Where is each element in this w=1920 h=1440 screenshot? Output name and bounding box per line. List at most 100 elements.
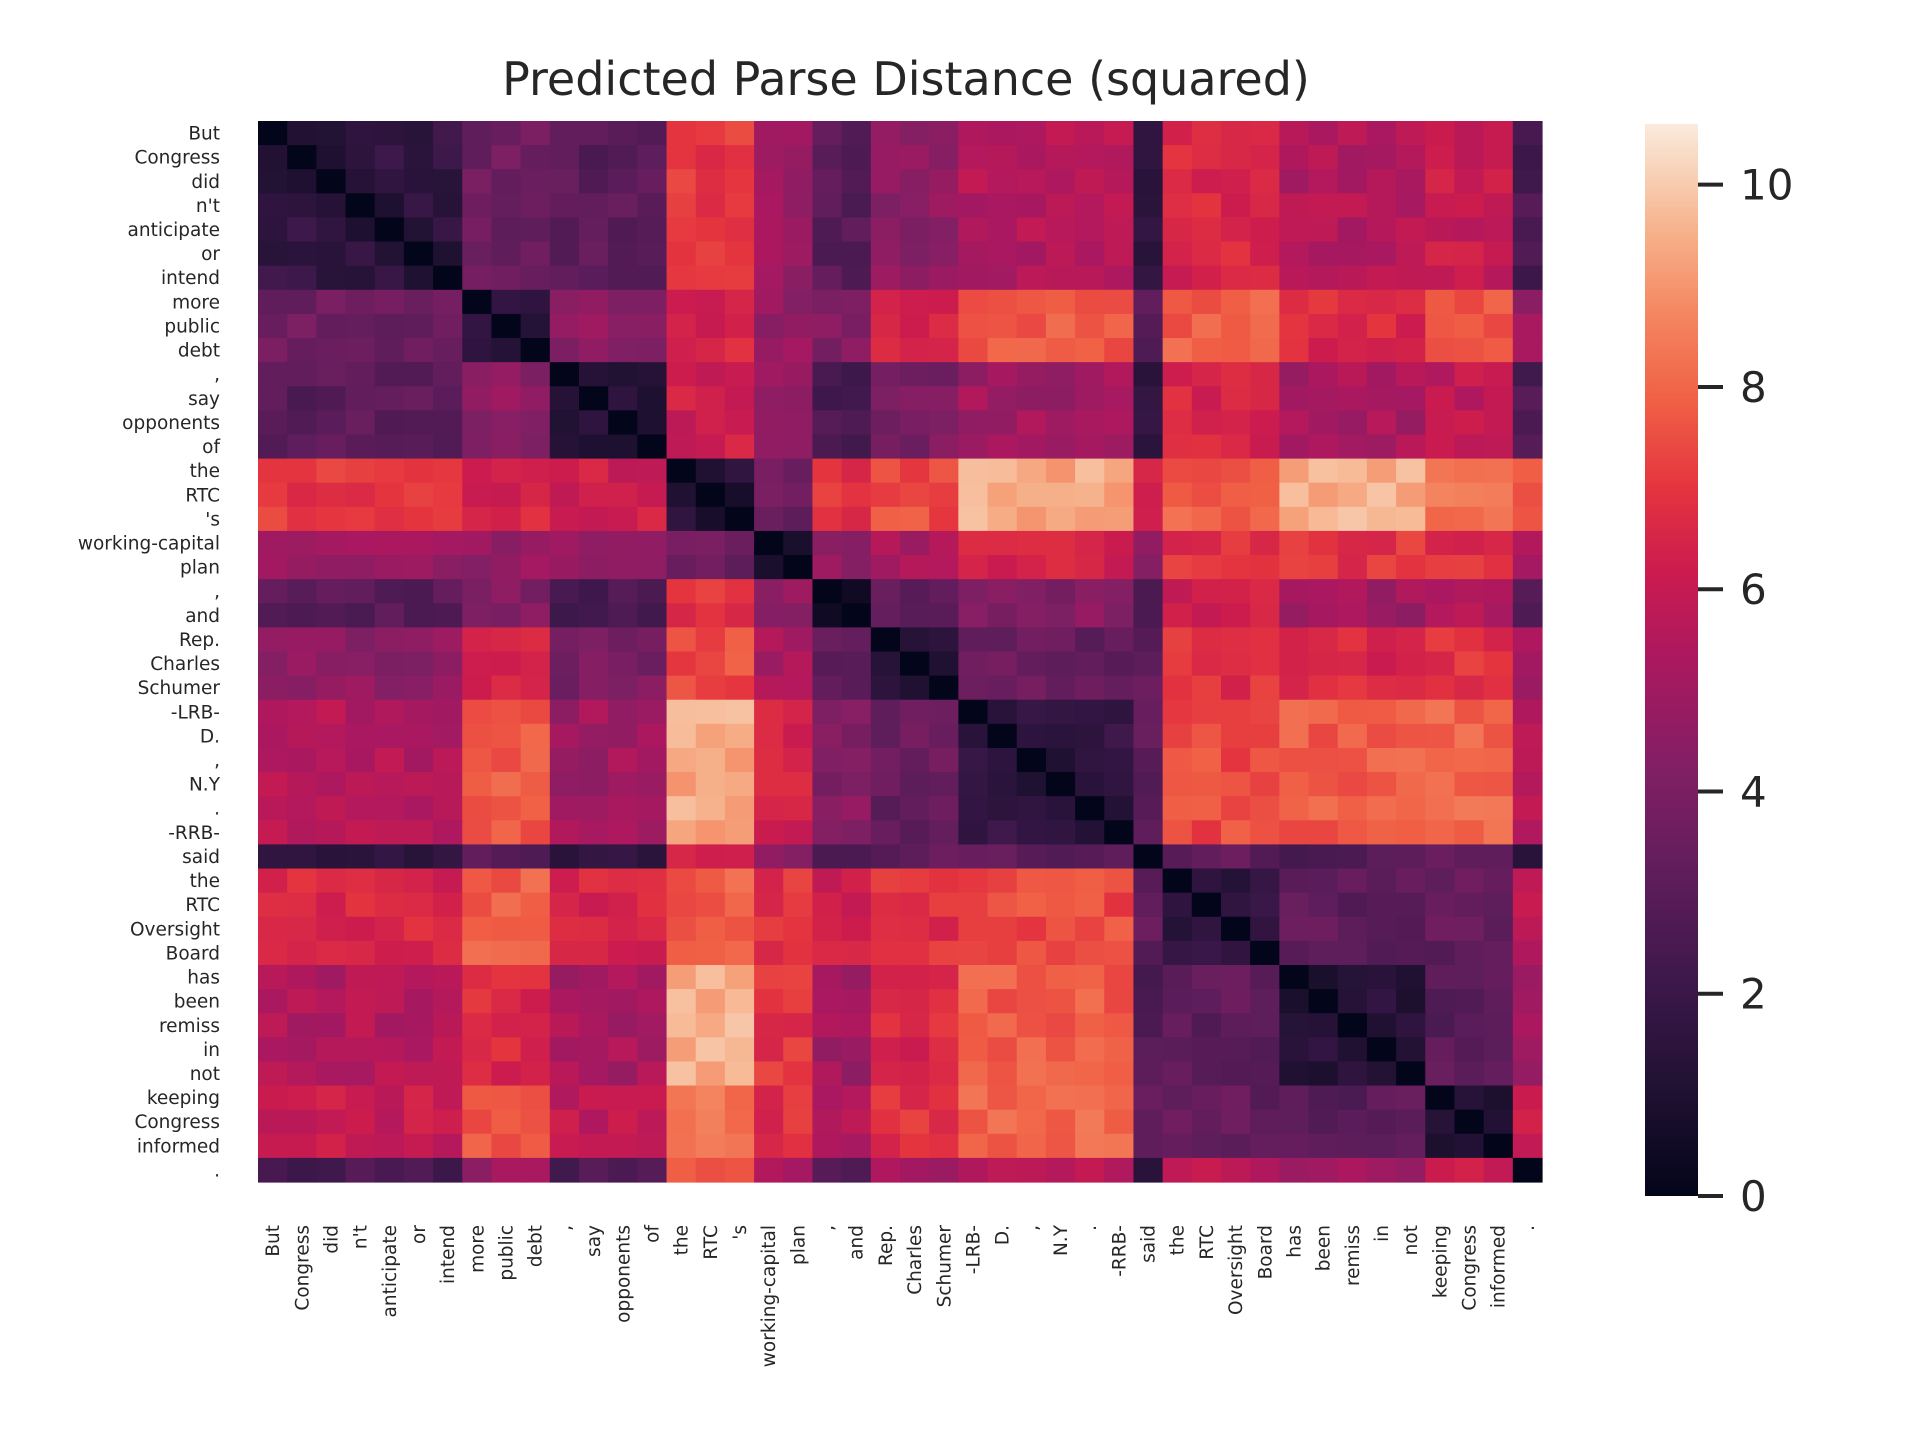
heatmap-cell <box>870 747 901 773</box>
heatmap-cell <box>258 338 288 363</box>
heatmap-cell <box>900 1109 930 1135</box>
heatmap-cell <box>1104 916 1135 942</box>
heatmap-cell <box>1454 964 1485 990</box>
heatmap-cell <box>608 747 638 773</box>
heatmap-cell <box>1279 386 1310 411</box>
heatmap-cell <box>520 675 551 701</box>
heatmap-cell <box>549 1037 580 1063</box>
heatmap-cell <box>666 675 697 701</box>
heatmap-cell <box>258 121 288 146</box>
heatmap-cell <box>1454 362 1485 387</box>
heatmap-cell <box>549 145 580 170</box>
heatmap-cell <box>1512 579 1543 604</box>
heatmap-cell <box>520 145 551 170</box>
heatmap-cell <box>637 362 668 387</box>
heatmap-cell <box>1454 313 1485 339</box>
heatmap-cell <box>1221 555 1251 580</box>
heatmap-cell <box>287 193 317 219</box>
heatmap-cell <box>345 169 376 194</box>
heatmap-cell <box>433 603 463 628</box>
heatmap-cell <box>1162 482 1193 508</box>
heatmap-cell <box>812 506 843 532</box>
heatmap-cell <box>1133 482 1164 508</box>
heatmap-cell <box>1221 169 1251 194</box>
heatmap-cell <box>666 1037 697 1063</box>
heatmap-cell <box>841 723 872 749</box>
heatmap-cell <box>462 964 493 990</box>
heatmap-cell <box>1075 651 1105 677</box>
heatmap-cell <box>900 506 930 532</box>
heatmap-cell <box>754 169 784 194</box>
heatmap-cell <box>316 193 347 219</box>
heatmap-cell <box>1512 699 1543 725</box>
heatmap-cell <box>1191 844 1222 870</box>
heatmap-cell <box>783 482 814 508</box>
heatmap-cell <box>666 1085 697 1111</box>
heatmap-cell <box>287 1133 317 1159</box>
heatmap-cell <box>1308 121 1339 146</box>
heatmap-cell <box>841 362 872 387</box>
heatmap-cell <box>316 241 347 267</box>
heatmap-cell <box>1337 458 1368 484</box>
heatmap-cell <box>929 313 959 339</box>
colorbar-tick-label: 6 <box>1740 565 1767 614</box>
heatmap-cell <box>929 916 959 942</box>
heatmap-cell <box>1425 651 1456 677</box>
heatmap-cell <box>754 313 784 339</box>
heatmap-cell <box>1366 892 1397 918</box>
heatmap-cell <box>1483 217 1514 243</box>
heatmap-cell <box>608 989 638 1014</box>
heatmap-cell <box>258 916 288 942</box>
heatmap-cell <box>841 530 872 556</box>
heatmap-cell <box>374 747 405 773</box>
heatmap-cell <box>433 820 463 846</box>
heatmap-cell <box>900 289 930 315</box>
heatmap-cell <box>1133 844 1164 870</box>
heatmap-cell <box>1133 386 1164 411</box>
heatmap-cell <box>1045 747 1076 773</box>
heatmap-cell <box>433 434 463 460</box>
heatmap-cell <box>433 121 463 146</box>
heatmap-cell <box>1075 530 1105 556</box>
heatmap-cell <box>783 603 814 628</box>
heatmap-cell <box>1425 892 1456 918</box>
heatmap-cell <box>520 579 551 604</box>
heatmap-cell <box>316 916 347 942</box>
heatmap-cell <box>987 338 1018 363</box>
heatmap-cell <box>1396 386 1426 411</box>
heatmap-cell <box>579 169 609 194</box>
heatmap-cell <box>462 1157 493 1183</box>
heatmap-cell <box>1221 916 1251 942</box>
heatmap-cell <box>579 338 609 363</box>
heatmap-cell <box>491 989 522 1014</box>
heatmap-cell <box>1366 338 1397 363</box>
heatmap-cell <box>1221 530 1251 556</box>
heatmap-cell <box>374 940 405 966</box>
heatmap-cell <box>287 217 317 243</box>
heatmap-cell <box>462 989 493 1014</box>
heatmap-cell <box>1308 217 1339 243</box>
heatmap-cell <box>841 1061 872 1087</box>
heatmap-cell <box>579 530 609 556</box>
heatmap-cell <box>520 1037 551 1063</box>
heatmap-cell <box>1396 482 1426 508</box>
heatmap-cell <box>1191 796 1222 821</box>
heatmap-cell <box>841 772 872 797</box>
heatmap-cell <box>637 1037 668 1063</box>
heatmap-cell <box>812 989 843 1014</box>
heatmap-cell <box>1250 289 1280 315</box>
heatmap-cell <box>1483 1133 1514 1159</box>
heatmap-cell <box>1016 482 1047 508</box>
heatmap-cell <box>1016 1061 1047 1087</box>
heatmap-cell <box>1483 386 1514 411</box>
heatmap-cell <box>695 555 726 580</box>
heatmap-cell <box>316 1013 347 1038</box>
heatmap-cell <box>374 1037 405 1063</box>
y-tick-label: 's <box>205 509 220 530</box>
heatmap-cell <box>549 241 580 267</box>
heatmap-cell <box>695 289 726 315</box>
heatmap-cell <box>1104 193 1135 219</box>
heatmap-cell <box>958 579 989 604</box>
heatmap-cell <box>929 579 959 604</box>
heatmap-cell <box>1133 1037 1164 1063</box>
